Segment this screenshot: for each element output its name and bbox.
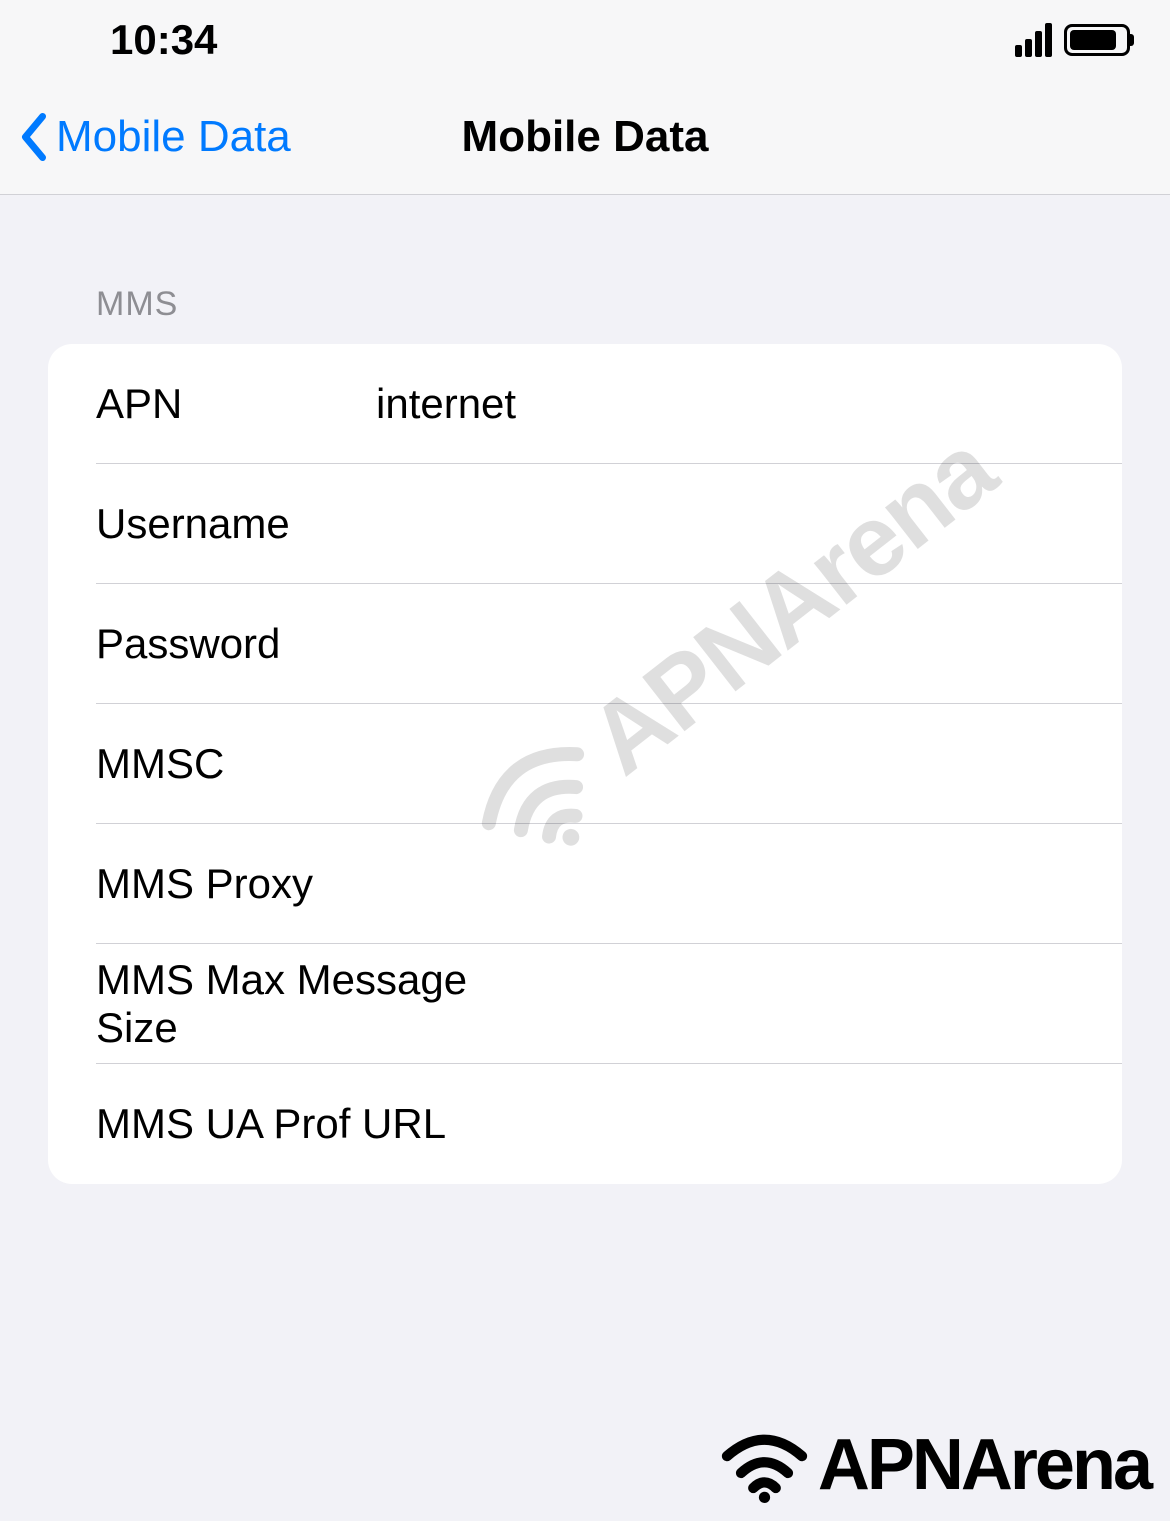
mms-ua-prof-input[interactable] — [446, 1100, 1074, 1148]
back-button[interactable]: Mobile Data — [20, 112, 291, 162]
mmsc-row[interactable]: MMSC — [48, 704, 1122, 824]
mms-settings-group: APN Username Password MMSC MMS Proxy MMS… — [48, 344, 1122, 1184]
section-header-mms: MMS — [96, 285, 1122, 324]
password-label: Password — [96, 620, 376, 668]
mms-max-size-input[interactable] — [533, 980, 1074, 1028]
page-title: Mobile Data — [462, 112, 709, 162]
mms-proxy-input[interactable] — [376, 860, 1074, 908]
apn-input[interactable] — [376, 380, 1074, 428]
back-label: Mobile Data — [56, 112, 291, 162]
mms-max-size-row[interactable]: MMS Max Message Size — [48, 944, 1122, 1064]
wifi-icon — [717, 1428, 812, 1503]
mms-max-size-label: MMS Max Message Size — [96, 956, 533, 1052]
apn-label: APN — [96, 380, 376, 428]
footer-logo-text: APNArena — [818, 1424, 1150, 1506]
status-bar: 10:34 — [0, 0, 1170, 80]
password-row[interactable]: Password — [48, 584, 1122, 704]
status-time: 10:34 — [110, 16, 217, 64]
username-label: Username — [96, 500, 376, 548]
mms-proxy-row[interactable]: MMS Proxy — [48, 824, 1122, 944]
chevron-left-icon — [20, 113, 48, 161]
username-row[interactable]: Username — [48, 464, 1122, 584]
content-area: MMS APN Username Password MMSC MMS Proxy — [0, 195, 1170, 1184]
cellular-signal-icon — [1015, 23, 1052, 57]
mms-proxy-label: MMS Proxy — [96, 860, 376, 908]
username-input[interactable] — [376, 500, 1074, 548]
mms-ua-prof-row[interactable]: MMS UA Prof URL — [48, 1064, 1122, 1184]
battery-icon — [1064, 24, 1130, 56]
footer-logo: APNArena — [717, 1424, 1150, 1506]
password-input[interactable] — [376, 620, 1074, 668]
navigation-bar: Mobile Data Mobile Data — [0, 80, 1170, 195]
status-indicators — [1015, 23, 1130, 57]
apn-row[interactable]: APN — [48, 344, 1122, 464]
mms-ua-prof-label: MMS UA Prof URL — [96, 1100, 446, 1148]
mmsc-input[interactable] — [376, 740, 1074, 788]
mmsc-label: MMSC — [96, 740, 376, 788]
